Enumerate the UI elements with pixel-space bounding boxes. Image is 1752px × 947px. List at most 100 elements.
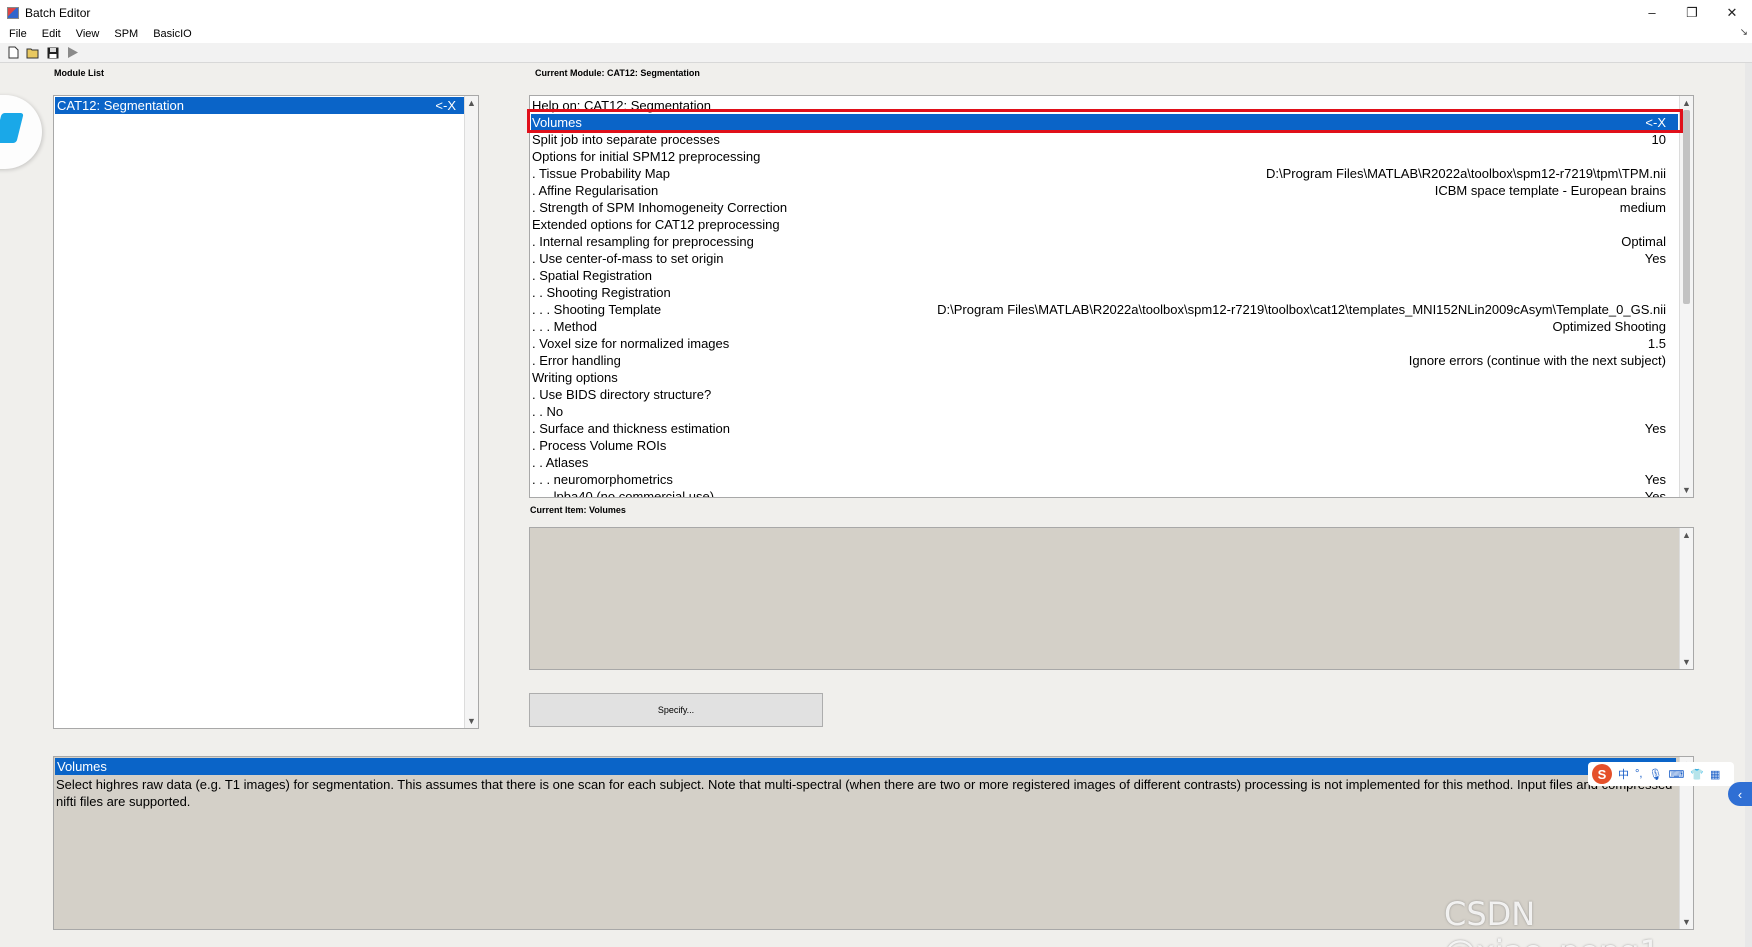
module-option-row[interactable]: . Process Volume ROIs [531,437,1678,454]
option-label: . Use center-of-mass to set origin [532,251,724,266]
ime-mode-toggle[interactable]: 中 [1618,766,1629,782]
current-item-box: ▲ ▼ [529,527,1694,670]
option-label: . Internal resampling for preprocessing [532,234,754,249]
module-option-row[interactable]: Extended options for CAT12 preprocessing [531,216,1678,233]
option-value: Yes [1644,251,1666,266]
scroll-down-icon[interactable]: ▼ [1680,484,1693,496]
module-list-scrollbar[interactable]: ▲ ▼ [464,96,478,728]
new-file-icon[interactable] [6,46,20,60]
ime-grid-icon[interactable]: ▦ [1710,768,1720,781]
option-label: . Strength of SPM Inhomogeneity Correcti… [532,200,788,215]
option-label: . . . Shooting Template [532,302,662,317]
option-label: Options for initial SPM12 preprocessing [532,149,761,164]
menu-view[interactable]: View [67,28,106,40]
module-option-row[interactable]: . Strength of SPM Inhomogeneity Correcti… [531,199,1678,216]
ime-toolbar: S 中 °, 🎙 ⌨ 👕 ▦ [1588,762,1734,786]
close-button[interactable]: ✕ [1712,0,1752,25]
module-option-row[interactable]: . Affine Regularisation ICBM space templa… [531,182,1678,199]
option-label: . Use BIDS directory structure? [532,387,712,402]
module-item-label: CAT12: Segmentation [57,98,184,113]
scroll-up-icon[interactable]: ▲ [1680,97,1693,109]
open-folder-icon[interactable] [26,46,40,60]
option-label: . Tissue Probability Map [532,166,671,181]
module-option-row[interactable]: . Surface and thickness estimation Yes [531,420,1678,437]
module-option-row[interactable]: . Voxel size for normalized images 1.5 [531,335,1678,352]
window-edge [1745,63,1752,947]
option-value: D:\Program Files\MATLAB\R2022a\toolbox\s… [1265,166,1666,181]
option-value: 10 [1651,132,1666,147]
module-option-row[interactable]: . . . neuromorphometrics Yes [531,471,1678,488]
module-option-row[interactable]: . Tissue Probability Map D:\Program Files… [531,165,1678,182]
option-value: Ignore errors (continue with the next su… [1408,353,1666,368]
scroll-down-icon[interactable]: ▼ [465,715,478,727]
current-item-label: Current Item: Volumes [530,505,626,515]
specify-button[interactable]: Specify... [529,693,823,727]
module-option-row[interactable]: . . No [531,403,1678,420]
option-label: Writing options [532,370,618,385]
menu-basicio[interactable]: BasicIO [144,28,198,40]
menu-overflow-icon[interactable]: ↘ [1740,27,1748,38]
module-option-row[interactable]: Writing options [531,369,1678,386]
option-label: . Spatial Registration [532,268,652,283]
title-bar: Batch Editor – ❐ ✕ [0,0,1752,25]
module-option-row[interactable]: . . . Method Optimized Shooting [531,318,1678,335]
menu-file[interactable]: File [0,28,33,40]
module-option-row[interactable]: . Use center-of-mass to set origin Yes [531,250,1678,267]
option-label: . Error handling [532,353,621,368]
scroll-up-icon[interactable]: ▲ [465,97,478,109]
module-option-row[interactable]: . . Atlases [531,454,1678,471]
option-value: Optimal [1621,234,1666,249]
toolbar [0,43,1752,63]
module-option-row[interactable]: . Internal resampling for preprocessing O… [531,233,1678,250]
ime-keyboard-icon[interactable]: ⌨ [1668,768,1684,781]
run-icon[interactable] [66,46,80,60]
scroll-up-icon[interactable]: ▲ [1680,529,1693,541]
scroll-thumb[interactable] [1683,110,1690,304]
option-label: . . Shooting Registration [532,285,671,300]
module-list[interactable]: CAT12: Segmentation <-X ▲ ▼ [53,95,479,729]
module-option-row[interactable]: . . Shooting Registration [531,284,1678,301]
option-value: ICBM space template - European brains [1434,183,1666,198]
menu-spm[interactable]: SPM [105,28,144,40]
module-remove-button[interactable]: <-X [435,98,456,113]
assistant-logo-icon [0,113,24,143]
module-item-cat12-segmentation[interactable]: CAT12: Segmentation <-X [55,97,464,114]
current-module-list[interactable]: . . . lpba40 (no commercial use) Yes. . .… [529,95,1694,498]
module-option-row[interactable]: . . . Shooting Template D:\Program Files\… [531,301,1678,318]
scroll-down-icon[interactable]: ▼ [1680,656,1693,668]
help-title: Volumes [55,758,1676,775]
current-item-scrollbar[interactable]: ▲ ▼ [1679,528,1693,669]
option-label: Extended options for CAT12 preprocessing [532,217,780,232]
option-value: D:\Program Files\MATLAB\R2022a\toolbox\s… [937,302,1666,317]
minimize-button[interactable]: – [1632,0,1672,25]
module-option-row[interactable]: . Error handling Ignore errors (continue … [531,352,1678,369]
option-label: . . . Method [532,319,598,334]
option-label: . Voxel size for normalized images [532,336,730,351]
sogou-logo-icon[interactable]: S [1592,764,1612,784]
option-value: Yes [1644,489,1666,498]
module-option-row[interactable]: . Spatial Registration [531,267,1678,284]
module-option-row[interactable]: . Use BIDS directory structure? [531,386,1678,403]
option-value: medium [1619,200,1666,215]
menu-bar: File Edit View SPM BasicIO ↘ [0,25,1752,43]
save-icon[interactable] [46,46,60,60]
ime-skin-icon[interactable]: 👕 [1690,768,1704,781]
module-option-row[interactable]: . . . lpba40 (no commercial use) Yes [531,488,1678,498]
module-option-row[interactable]: Options for initial SPM12 preprocessing [531,148,1678,165]
floating-assistant-widget[interactable] [0,95,42,169]
current-module-label: Current Module: CAT12: Segmentation [535,68,700,78]
option-value: Yes [1644,472,1666,487]
option-label: . . . neuromorphometrics [532,472,673,487]
module-list-label: Module List [54,68,104,78]
side-panel-tab[interactable]: ‹ [1728,782,1752,806]
option-value: 1.5 [1647,336,1666,351]
ime-punct-icon[interactable]: °, [1635,768,1642,780]
current-module-scrollbar[interactable]: ▲ ▼ [1679,96,1693,497]
option-label: . . Atlases [532,455,589,470]
module-option-row[interactable]: Split job into separate processes 10 [531,131,1678,148]
matlab-app-icon [7,6,19,19]
option-label: . . No [532,404,564,419]
ime-mic-icon[interactable]: 🎙 [1648,768,1662,781]
menu-edit[interactable]: Edit [33,28,67,40]
maximize-button[interactable]: ❐ [1672,0,1712,25]
